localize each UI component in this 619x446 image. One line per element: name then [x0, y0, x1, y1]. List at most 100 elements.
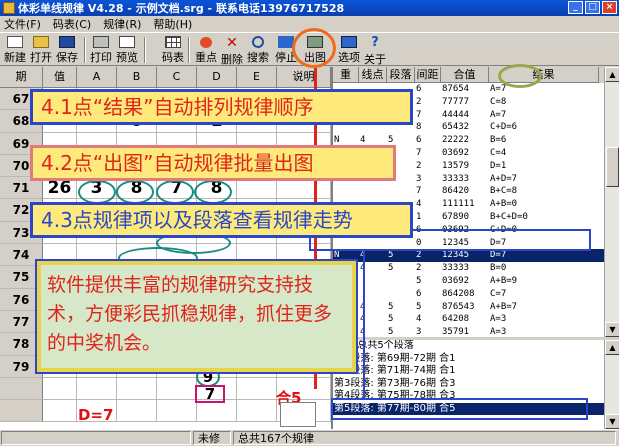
options-button[interactable]: 选项 [336, 35, 362, 65]
scroll-down-icon[interactable]: ▼ [605, 322, 619, 337]
new-button[interactable]: 新建 [2, 35, 28, 65]
grid-cell[interactable] [237, 400, 277, 423]
highlight-button[interactable]: 重点 [193, 35, 219, 65]
result-highlight-ellipse [498, 64, 542, 88]
grid-cell[interactable] [77, 377, 117, 401]
rule-cell: A+B=7 [490, 301, 518, 312]
rule-cell: 65432 [442, 122, 470, 133]
rule-cell: 7 [416, 109, 422, 120]
rule-cell: 12345 [442, 250, 470, 261]
about-button[interactable]: ? 关于 [362, 35, 388, 67]
grid-col-b[interactable]: B [117, 67, 157, 88]
scroll-up-icon[interactable]: ▲ [605, 67, 619, 82]
codes-button[interactable]: 码表 [160, 35, 186, 65]
rule-cell: 5 [416, 301, 422, 312]
minimize-button[interactable]: _ [568, 1, 583, 14]
scroll-down-icon[interactable]: ▼ [605, 414, 619, 429]
rule-cell [387, 288, 415, 301]
grid-cell[interactable] [43, 400, 77, 423]
scroll-up-icon[interactable]: ▲ [605, 340, 619, 355]
table-icon [165, 36, 181, 48]
grid-col-a[interactable]: A [77, 67, 117, 88]
rule-cell: B+C=8 [490, 186, 518, 197]
rule-cell: 6 [416, 135, 422, 146]
window-title: 体彩单线规律 V4.28 - 示例文档.srg - 联系电话1397671752… [18, 2, 345, 15]
menu-rules[interactable]: 规律(R) [103, 16, 141, 32]
options-icon [341, 36, 357, 48]
new-file-icon [7, 36, 23, 48]
toolbar-separator [144, 37, 146, 63]
segment-row[interactable]: 第1段落: 第69期-72期 合1 [333, 353, 604, 366]
rule-row[interactable]: 5 03692 A+B=9 [333, 275, 604, 288]
menu-codes[interactable]: 码表(C) [53, 16, 91, 32]
save-button[interactable]: 保存 [54, 35, 80, 65]
rules-col-sum[interactable]: 合值 [441, 67, 489, 83]
rule-row[interactable]: 6 864208 C=7 [333, 288, 604, 301]
status-modified: 未修改 [193, 431, 231, 446]
grid-col-c[interactable]: C [157, 67, 197, 88]
menu-help[interactable]: 帮助(H) [153, 16, 192, 32]
segment-row[interactable]: 第2段落: 第71期-74期 合1 [333, 365, 604, 378]
grid-cell[interactable] [157, 377, 197, 401]
red-dot-icon [200, 37, 212, 48]
rule-row[interactable]: N45212345D=7 [333, 249, 604, 263]
rule-cell: 5 [388, 327, 394, 337]
delete-button[interactable]: ✕ 删除 [219, 35, 245, 66]
grid-col-note[interactable]: 说明 [277, 67, 331, 88]
rule-cell: 111111 [442, 199, 475, 210]
rule-cell [359, 185, 387, 198]
rule-cell: 5 [388, 250, 394, 261]
rule-cell: 864208 [442, 288, 475, 299]
rule-cell: 33333 [442, 263, 470, 274]
scroll-thumb[interactable] [606, 147, 619, 187]
rule-cell: 876543 [442, 301, 475, 312]
grid-cell[interactable] [117, 400, 157, 423]
grid-cell[interactable] [197, 400, 237, 423]
rule-cell: 03692 [442, 147, 470, 158]
info-box: 软件提供丰富的规律研究支持技术，方便彩民抓稳规律，抓住更多的中奖机会。 [35, 259, 358, 374]
annotation-line [363, 251, 365, 398]
rule-row[interactable]: N45335791A=3 [333, 326, 604, 337]
tip-banner-result: 4.1点“结果”自动排列规律顺序 [30, 89, 413, 125]
grid-col-e[interactable]: E [237, 67, 277, 88]
rules-col-line[interactable]: 线点 [359, 67, 387, 83]
open-button[interactable]: 打开 [28, 35, 54, 65]
grid-col-value[interactable]: 值 [43, 67, 77, 88]
rule-cell: 1 [416, 211, 422, 222]
grid-cell[interactable] [117, 377, 157, 401]
grid-cell[interactable] [237, 377, 277, 401]
rule-cell: 5 [416, 275, 422, 286]
grid-col-period[interactable]: 期 [0, 67, 43, 88]
rule-row[interactable]: N45464208A=3 [333, 313, 604, 326]
rule-cell: D=1 [490, 160, 507, 171]
rules-col-repeat[interactable]: 重 [333, 67, 359, 83]
rule-cell: 67890 [442, 211, 470, 222]
search-button[interactable]: 搜索 [245, 35, 271, 65]
rule-cell: A+D=7 [490, 173, 518, 184]
grid-col-d[interactable]: D [197, 67, 237, 88]
status-empty [1, 431, 191, 445]
rules-scrollbar[interactable]: ▲ ▼ [604, 67, 619, 337]
rule-cell: 6 [416, 288, 422, 299]
rules-header: 重 线点 段落 间距 合值 结果 [333, 67, 604, 83]
close-button[interactable]: × [602, 1, 617, 14]
rule-cell: 03692 [442, 275, 470, 286]
segment-row[interactable]: 第3段落: 第73期-76期 合3 [333, 378, 604, 391]
maximize-button[interactable]: □ [585, 1, 600, 14]
note-cell [280, 402, 316, 427]
menu-file[interactable]: 文件(F) [4, 16, 41, 32]
grid-cell[interactable] [157, 400, 197, 423]
rules-col-gap[interactable]: 间距 [415, 67, 441, 83]
rule-row[interactable]: N455876543A+B=7 [333, 301, 604, 314]
rule-cell: 35791 [442, 327, 470, 337]
segment-summary[interactable]: 段落:总共5个段落 [333, 340, 604, 353]
segment-scrollbar[interactable]: ▲ ▼ [604, 340, 619, 429]
rule-cell: 13579 [442, 160, 470, 171]
floppy-icon [59, 36, 75, 48]
grid-cell[interactable] [43, 377, 77, 401]
rule-row[interactable]: 7 86420 B+C=8 [333, 185, 604, 198]
rules-col-segment[interactable]: 段落 [387, 67, 415, 83]
print-button[interactable]: 打印 [88, 35, 114, 65]
rule-row[interactable]: 45233333B=0 [333, 262, 604, 275]
preview-button[interactable]: 预览 [114, 35, 140, 65]
